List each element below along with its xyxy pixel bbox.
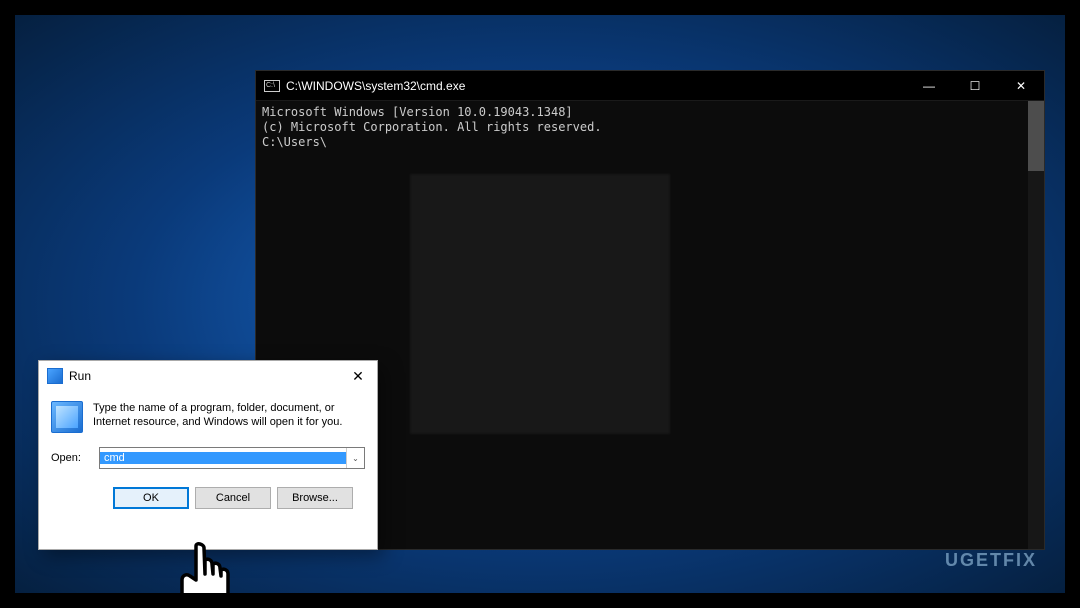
- open-label: Open:: [51, 452, 91, 464]
- maximize-button[interactable]: ☐: [952, 71, 998, 101]
- run-title: Run: [69, 369, 339, 383]
- cmd-titlebar[interactable]: C:\ C:\WINDOWS\system32\cmd.exe — ☐ ✕: [256, 71, 1044, 101]
- close-button[interactable]: ✕: [998, 71, 1044, 101]
- cmd-title: C:\WINDOWS\system32\cmd.exe: [286, 79, 906, 93]
- browse-button[interactable]: Browse...: [277, 487, 353, 509]
- open-input[interactable]: [100, 452, 346, 464]
- run-dialog: Run ✕ Type the name of a program, folder…: [38, 360, 378, 550]
- cmd-icon: C:\: [264, 80, 280, 92]
- run-description: Type the name of a program, folder, docu…: [93, 401, 365, 433]
- cmd-line: C:\Users\: [262, 135, 1038, 150]
- minimize-button[interactable]: —: [906, 71, 952, 101]
- open-combobox[interactable]: ⌄: [99, 447, 365, 469]
- cmd-line: Microsoft Windows [Version 10.0.19043.13…: [262, 105, 1038, 120]
- desktop-background: C:\ C:\WINDOWS\system32\cmd.exe — ☐ ✕ Mi…: [15, 15, 1065, 593]
- chevron-down-icon[interactable]: ⌄: [346, 448, 364, 468]
- cmd-scrollbar[interactable]: [1028, 101, 1044, 549]
- cmd-line: (c) Microsoft Corporation. All rights re…: [262, 120, 1038, 135]
- run-titlebar[interactable]: Run ✕: [39, 361, 377, 391]
- run-icon: [47, 368, 63, 384]
- watermark: UGETFIX: [945, 550, 1037, 571]
- close-button[interactable]: ✕: [339, 361, 377, 391]
- ok-button[interactable]: OK: [113, 487, 189, 509]
- scrollbar-thumb[interactable]: [1028, 101, 1044, 171]
- cancel-button[interactable]: Cancel: [195, 487, 271, 509]
- run-app-icon: [51, 401, 83, 433]
